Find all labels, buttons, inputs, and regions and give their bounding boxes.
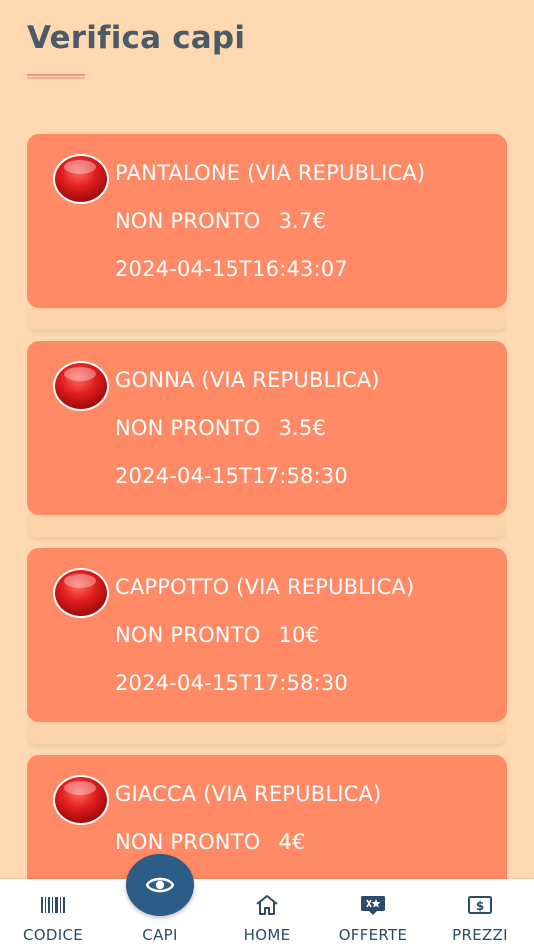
price-tag-icon: $	[466, 893, 494, 917]
garment-timestamp: 2024-04-15T17:58:30	[115, 671, 348, 695]
garment-timestamp: 2024-04-15T16:43:07	[115, 257, 348, 281]
nav-home[interactable]: HOME	[214, 879, 320, 950]
garment-status-line: NON PRONTO 3.5€	[115, 416, 326, 440]
offer-tag-icon	[359, 893, 387, 917]
list-item[interactable]: GIACCA (VIA REPUBLICA) NON PRONTO 4€	[27, 755, 507, 879]
title-underline	[27, 74, 85, 79]
status-red-light-icon	[51, 152, 111, 206]
garment-status: NON PRONTO	[115, 830, 261, 854]
status-red-light-icon	[51, 566, 111, 620]
status-red-light-icon	[51, 359, 111, 413]
garment-list[interactable]: PANTALONE (VIA REPUBLICA) NON PRONTO 3.7€…	[27, 134, 507, 879]
garment-status: NON PRONTO	[115, 209, 261, 233]
barcode-icon	[39, 893, 67, 917]
garment-status: NON PRONTO	[115, 416, 261, 440]
nav-label: CAPI	[142, 926, 178, 944]
garment-card[interactable]: GONNA (VIA REPUBLICA) NON PRONTO 3.5€ 202…	[27, 341, 507, 515]
garment-name: PANTALONE (VIA REPUBLICA)	[115, 161, 426, 185]
card-shadow	[27, 306, 507, 330]
nav-codice[interactable]: CODICE	[0, 879, 106, 950]
nav-offerte[interactable]: OFFERTE	[320, 879, 426, 950]
nav-label: HOME	[243, 926, 291, 944]
nav-capi-active-button[interactable]	[126, 854, 194, 916]
home-icon	[253, 893, 281, 917]
status-red-light-icon	[51, 773, 111, 827]
garment-price: 3.7€	[278, 209, 327, 233]
garment-timestamp: 2024-04-15T17:58:30	[115, 464, 348, 488]
page-title: Verifica capi	[27, 20, 246, 56]
garment-name: CAPPOTTO (VIA REPUBLICA)	[115, 575, 415, 599]
garment-card[interactable]: PANTALONE (VIA REPUBLICA) NON PRONTO 3.7€…	[27, 134, 507, 308]
bottom-nav: CODICE CAPI HOME OFFERTE $ PREZZI	[0, 879, 534, 950]
garment-name: GIACCA (VIA REPUBLICA)	[115, 782, 382, 806]
garment-status-line: NON PRONTO 10€	[115, 623, 319, 647]
garment-name: GONNA (VIA REPUBLICA)	[115, 368, 380, 392]
garment-card[interactable]: GIACCA (VIA REPUBLICA) NON PRONTO 4€	[27, 755, 507, 879]
card-shadow	[27, 720, 507, 744]
garment-status: NON PRONTO	[115, 623, 261, 647]
garment-price: 10€	[278, 623, 320, 647]
garment-price: 3.5€	[278, 416, 327, 440]
garment-price: 4€	[278, 830, 306, 854]
garment-status-line: NON PRONTO 3.7€	[115, 209, 326, 233]
list-item[interactable]: PANTALONE (VIA REPUBLICA) NON PRONTO 3.7€…	[27, 134, 507, 341]
nav-label: PREZZI	[452, 926, 508, 944]
nav-label: CODICE	[22, 926, 83, 944]
card-shadow	[27, 513, 507, 537]
nav-prezzi[interactable]: $ PREZZI	[427, 879, 533, 950]
garment-card[interactable]: CAPPOTTO (VIA REPUBLICA) NON PRONTO 10€ 2…	[27, 548, 507, 722]
eye-icon	[146, 877, 174, 893]
nav-label: OFFERTE	[338, 926, 408, 944]
garment-status-line: NON PRONTO 4€	[115, 830, 306, 854]
list-item[interactable]: CAPPOTTO (VIA REPUBLICA) NON PRONTO 10€ 2…	[27, 548, 507, 755]
svg-text:$: $	[476, 899, 484, 913]
list-item[interactable]: GONNA (VIA REPUBLICA) NON PRONTO 3.5€ 202…	[27, 341, 507, 548]
